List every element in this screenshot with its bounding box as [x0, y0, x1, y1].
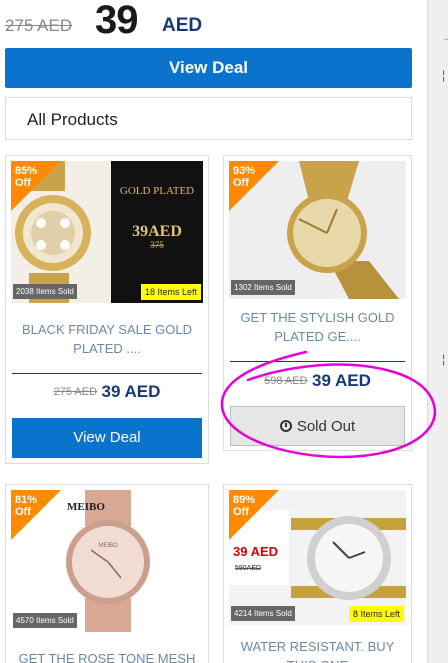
divider [230, 361, 405, 362]
product-card[interactable]: 93% Off 1302 Items Sold GET THE STYLISH G… [223, 155, 412, 451]
discount-percent: 89% [233, 494, 256, 506]
items-sold-tag: 4570 Items Sold [13, 613, 77, 628]
discount-off: Off [15, 506, 31, 518]
top-price-row: 275 AED 39 AED [5, 0, 415, 42]
discount-off: Off [15, 177, 31, 189]
view-deal-button[interactable]: View Deal [12, 418, 202, 458]
discount-badge: 93% Off [229, 161, 279, 211]
items-sold-tag: 1302 Items Sold [231, 280, 295, 295]
product-card[interactable]: GOLD PLATED 39AED 375 85% Off 2038 Items … [5, 155, 209, 464]
banner-brand: GOLD PLATED [120, 185, 194, 197]
discount-off: Off [233, 506, 249, 518]
view-deal-button[interactable]: View Deal [5, 48, 412, 88]
discount-badge: 89% Off [229, 490, 279, 540]
sold-out-label: Sold Out [296, 418, 356, 435]
product-image[interactable]: MEIBO MEIBO 81% Off 4570 Items Sold [11, 490, 203, 632]
product-title[interactable]: GET THE STYLISH GOLD PLATED GE.... [230, 308, 405, 346]
items-left-tag: 18 Items Left [140, 284, 201, 300]
discount-percent: 93% [233, 165, 256, 177]
product-title[interactable]: GET THE ROSE TONE MESH [12, 649, 202, 663]
edge-marker-icon: → [442, 30, 448, 44]
section-title: All Products [27, 110, 118, 129]
current-price: 39 AED [101, 382, 161, 401]
edge-marker-icon: ¦ [442, 68, 446, 82]
corner-brand: MEIBO [67, 501, 105, 513]
items-left-tag: 8 Items Left [348, 606, 404, 622]
top-currency: AED [162, 15, 203, 36]
current-price: 39 AED [311, 371, 371, 390]
banner-old-price: 375 [150, 240, 164, 250]
items-sold-tag: 2038 Items Sold [13, 284, 77, 299]
discount-off: Off [233, 177, 249, 189]
product-image[interactable]: 93% Off 1302 Items Sold [229, 161, 406, 299]
dial-brand: MEIBO [98, 543, 118, 549]
product-image[interactable]: 39 AED 590AED 89% Off 4214 Items Sold 8 I… [229, 490, 406, 625]
product-price: 598 AED 39 AED [224, 371, 411, 391]
product-card[interactable]: 39 AED 590AED 89% Off 4214 Items Sold 8 I… [223, 484, 412, 663]
old-price: 598 AED [264, 375, 308, 387]
page: → ¦ ¦ 275 AED 39 AED View Deal All Produ… [0, 0, 448, 663]
banner-price: 39 AED [233, 544, 278, 559]
discount-percent: 81% [15, 494, 38, 506]
top-big-price: 39 [95, 0, 138, 42]
banner-price: 39AED [132, 223, 182, 240]
product-price: 275 AED 39 AED [6, 382, 208, 402]
side-scrollbar[interactable]: → ¦ ¦ [427, 0, 448, 663]
product-card[interactable]: MEIBO MEIBO 81% Off 4570 Items Sold GET T… [5, 484, 209, 663]
edge-marker-icon: ¦ [442, 352, 446, 366]
discount-badge: 85% Off [11, 161, 61, 211]
product-title[interactable]: WATER RESISTANT. BUY THIS ONE [230, 637, 405, 663]
old-price: 275 AED [53, 386, 98, 398]
discount-badge: 81% Off [11, 490, 61, 540]
product-image[interactable]: GOLD PLATED 39AED 375 85% Off 2038 Items … [11, 161, 203, 303]
clock-icon [279, 420, 292, 432]
items-sold-tag: 4214 Items Sold [231, 606, 295, 621]
product-title[interactable]: BLACK FRIDAY SALE GOLD PLATED .... [12, 320, 202, 358]
top-old-price: 275 AED [5, 16, 73, 35]
divider [12, 373, 202, 374]
discount-percent: 85% [15, 165, 38, 177]
sold-out-button[interactable]: Sold Out [230, 406, 405, 446]
all-products-header[interactable]: All Products [5, 97, 412, 140]
banner-old-price: 590AED [235, 565, 261, 572]
